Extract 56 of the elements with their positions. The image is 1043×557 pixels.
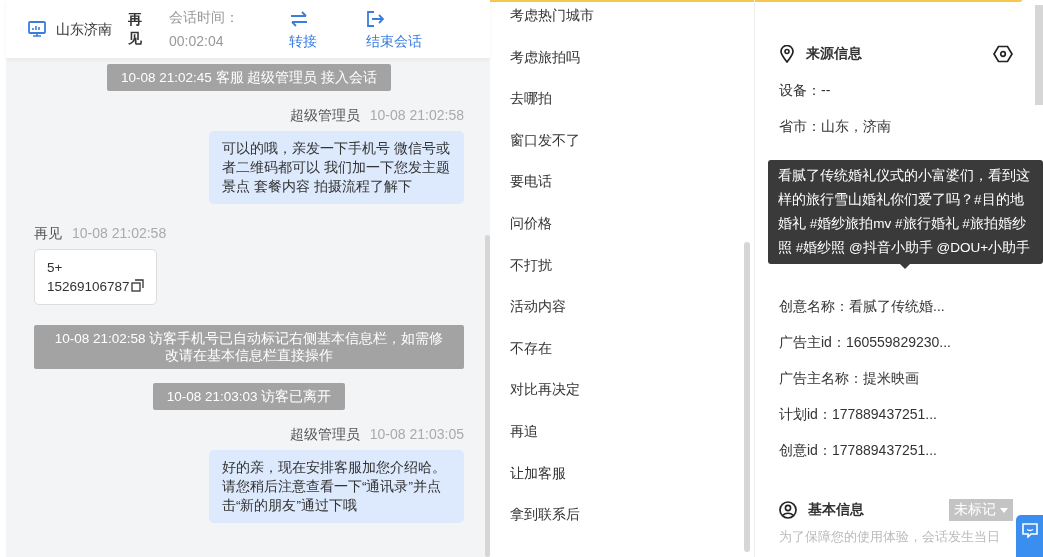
quick-reply-item[interactable]: 不打扰 (510, 244, 754, 287)
info-field: 广告主名称：提米映画 (779, 360, 1043, 396)
message-bubble: 好的亲，现在安排客服加您介绍哈。请您稍后注意查看一下“通讯录”并点击“新的朋友”通过下哦 (209, 450, 464, 523)
quick-reply-item[interactable]: 考虑旅拍吗 (510, 36, 754, 79)
info-field: 广告主id：160559829230... (779, 324, 1043, 360)
quick-reply-item[interactable]: 对比再决定 (510, 369, 754, 411)
info-field: 省市：山东，济南 (779, 108, 1043, 144)
quick-reply-item[interactable]: 问价格 (510, 202, 754, 245)
system-notice: 10-08 21:03:03 访客已离开 (152, 383, 346, 410)
visitor-name: 再见 (128, 10, 143, 48)
caret-icon (1000, 507, 1008, 513)
message-time: 10-08 21:03:05 (369, 425, 464, 444)
scrollbar[interactable] (1035, 5, 1043, 105)
quick-reply-item[interactable]: 去哪拍 (510, 78, 754, 120)
section-title: 来源信息 (806, 45, 862, 63)
chat-float-button[interactable] (1016, 515, 1043, 557)
message-time: 10-08 21:02:58 (72, 224, 167, 243)
system-notice: 10-08 21:02:58 访客手机号已自动标记右侧基本信息栏，如需修改请在基本信息栏直接操作 (34, 325, 464, 369)
chat-icon (1021, 523, 1038, 538)
quick-reply-item[interactable]: 活动内容 (510, 286, 754, 328)
quick-reply-item[interactable]: 要电话 (510, 161, 754, 203)
info-field: 设备：-- (779, 72, 1043, 108)
visitor-location: 山东济南 (56, 20, 112, 39)
session-time: 00:02:04 (169, 32, 225, 51)
sender-name: 再见 (34, 224, 62, 243)
info-field: 创意id：177889437251... (779, 432, 1043, 468)
section-title: 基本信息 (808, 501, 864, 519)
info-field: 创意名称：看腻了传统婚... (779, 288, 1043, 324)
end-session-button[interactable]: 结束会话 (366, 11, 422, 51)
session-time-label: 会话时间： (169, 8, 240, 27)
quick-reply-item[interactable]: 不存在 (510, 327, 754, 370)
scrollbar[interactable] (485, 235, 490, 557)
notice-text: 为了保障您的使用体验，会话发生当日 (779, 528, 1000, 546)
swap-arrows-icon (289, 11, 309, 27)
transfer-button[interactable]: 转接 (289, 11, 366, 51)
user-icon (779, 501, 797, 519)
scrollbar[interactable] (744, 242, 750, 552)
info-field: 计划id：177889437251... (779, 396, 1043, 432)
location-pin-icon (779, 45, 795, 63)
settings-icon[interactable] (993, 45, 1013, 63)
quick-reply-item[interactable]: 拿到联系后 (510, 494, 754, 536)
copy-icon[interactable] (130, 279, 144, 292)
quick-reply-item[interactable]: 再追 (510, 410, 754, 453)
sender-name: 超级管理员 (289, 106, 360, 125)
exit-icon (366, 11, 384, 27)
sender-name: 超级管理员 (289, 425, 360, 444)
tooltip: 看腻了传统婚礼仪式的小富婆们，看到这样的旅行雪山婚礼你们爱了吗？#目的地婚礼 #婚纱旅拍mv #旅行婚礼 #旅拍婚纱照 #婚纱照 @抖音小助手 @DOU+小助手 (768, 160, 1043, 264)
system-notice: 10-08 21:02:45 客服 超级管理员 接入会话 (106, 64, 392, 91)
monitor-icon (28, 20, 46, 38)
message-time: 10-08 21:02:58 (369, 106, 464, 125)
quick-reply-item[interactable]: 窗口发不了 (510, 119, 754, 162)
tooltip-arrow (900, 264, 910, 269)
message-bubble: 5+ 15269106787 (34, 249, 157, 305)
quick-reply-item[interactable]: 考虑热门城市 (510, 0, 754, 37)
message-bubble: 可以的哦，亲发一下手机号 微信号或者二维码都可以 我们加一下您发主题景点 套餐内容 拍摄流程了解下 (209, 131, 464, 204)
quick-reply-item[interactable]: 让加客服 (510, 452, 754, 495)
